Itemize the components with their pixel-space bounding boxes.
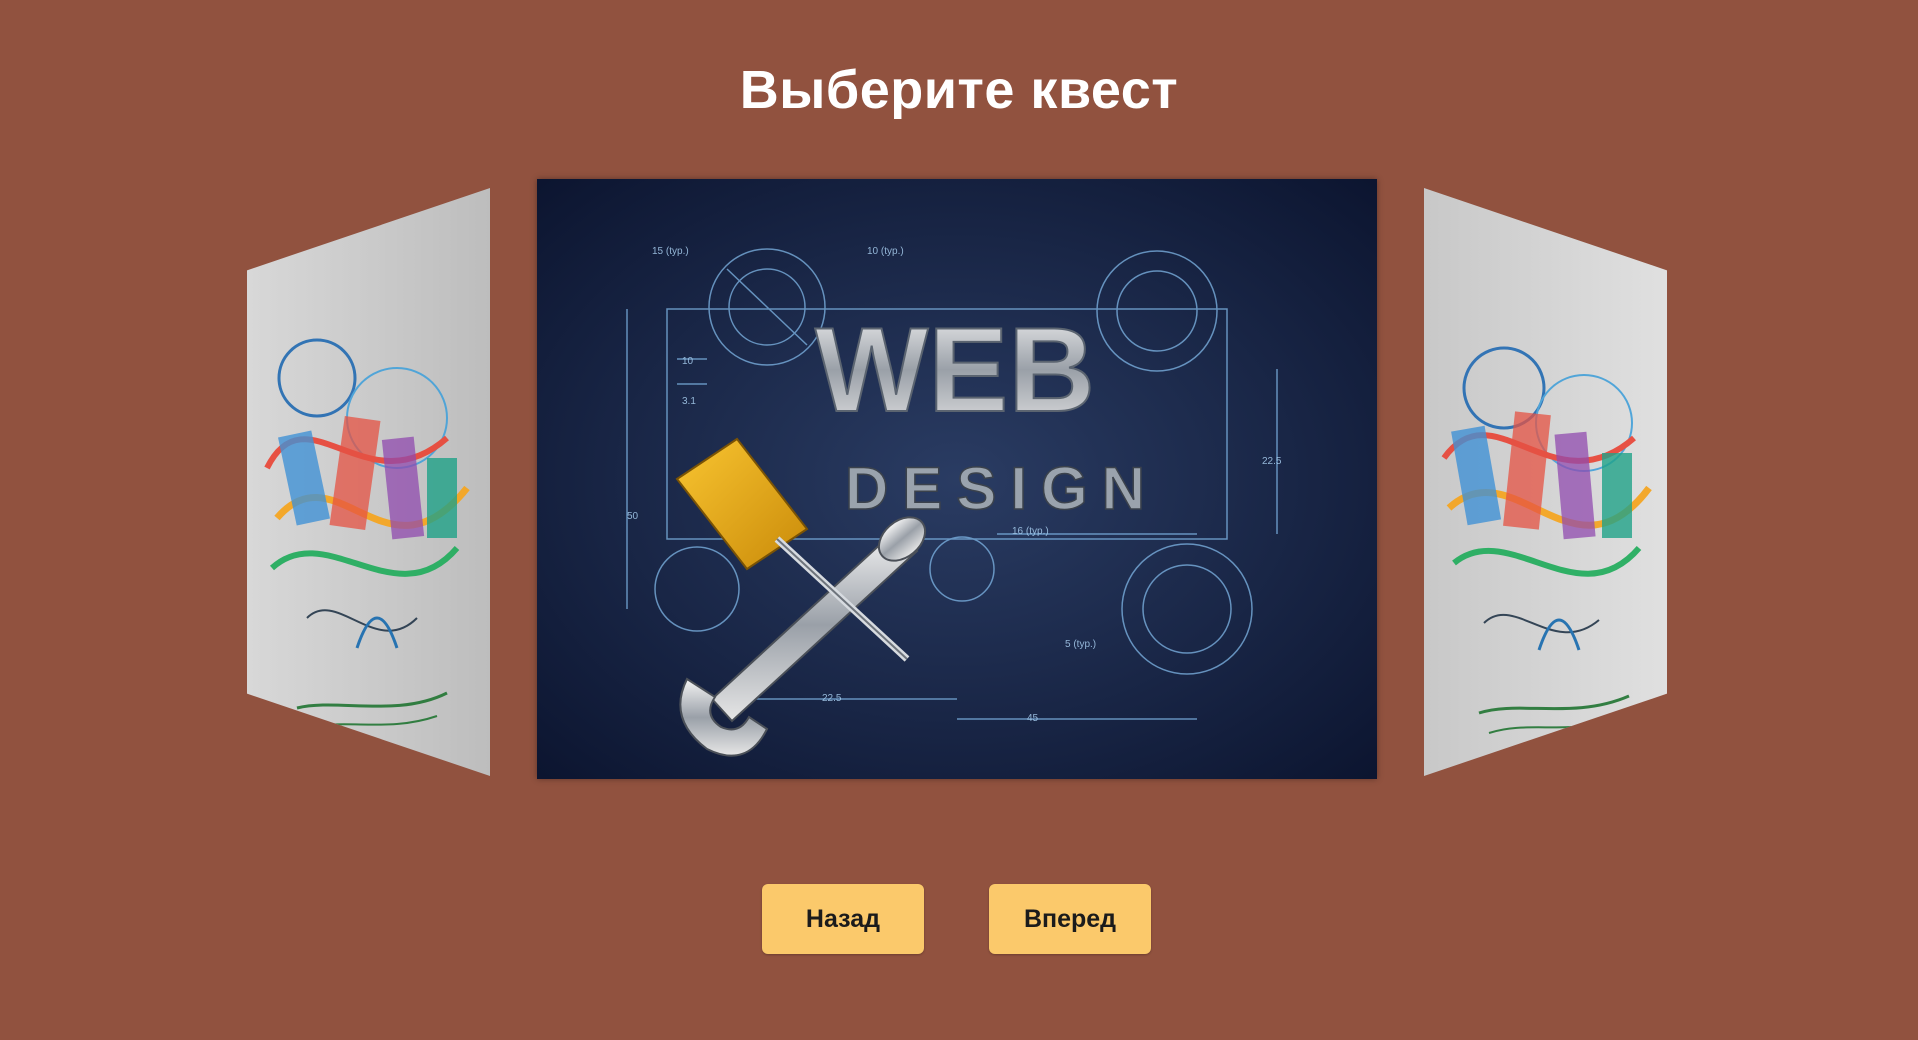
dim-label: 5 (typ.) (1065, 639, 1096, 650)
dim-label: 15 (typ.) (652, 246, 689, 257)
graphic-art-image-left (247, 188, 490, 776)
back-button[interactable]: Назад (762, 884, 924, 954)
web-design-image: 15 (typ.) 10 (typ.) 10 3.1 50 22.5 16 (t… (537, 179, 1377, 779)
dim-label: 10 (682, 356, 694, 367)
dim-label: 10 (typ.) (867, 246, 904, 257)
graphic-art-image-right (1424, 188, 1667, 776)
quest-card-left[interactable] (247, 188, 490, 776)
quest-selector-page: Выберите квест 15 (typ.) 10 (typ.) 10 3.… (0, 0, 1918, 1040)
quest-card-center[interactable]: 15 (typ.) 10 (typ.) 10 3.1 50 22.5 16 (t… (537, 179, 1377, 779)
web-headline: WEB (815, 303, 1095, 437)
quest-card-right[interactable] (1424, 188, 1667, 776)
dim-label: 50 (627, 511, 639, 522)
dim-label: 22.5 (1262, 456, 1282, 467)
dim-label: 22.5 (822, 693, 842, 704)
quest-carousel: 15 (typ.) 10 (typ.) 10 3.1 50 22.5 16 (t… (0, 0, 1918, 800)
next-button[interactable]: Вперед (989, 884, 1151, 954)
design-headline: DESIGN (845, 455, 1159, 522)
dim-label: 45 (1027, 713, 1039, 724)
dim-label: 16 (typ.) (1012, 526, 1049, 537)
dim-label: 3.1 (682, 396, 696, 407)
